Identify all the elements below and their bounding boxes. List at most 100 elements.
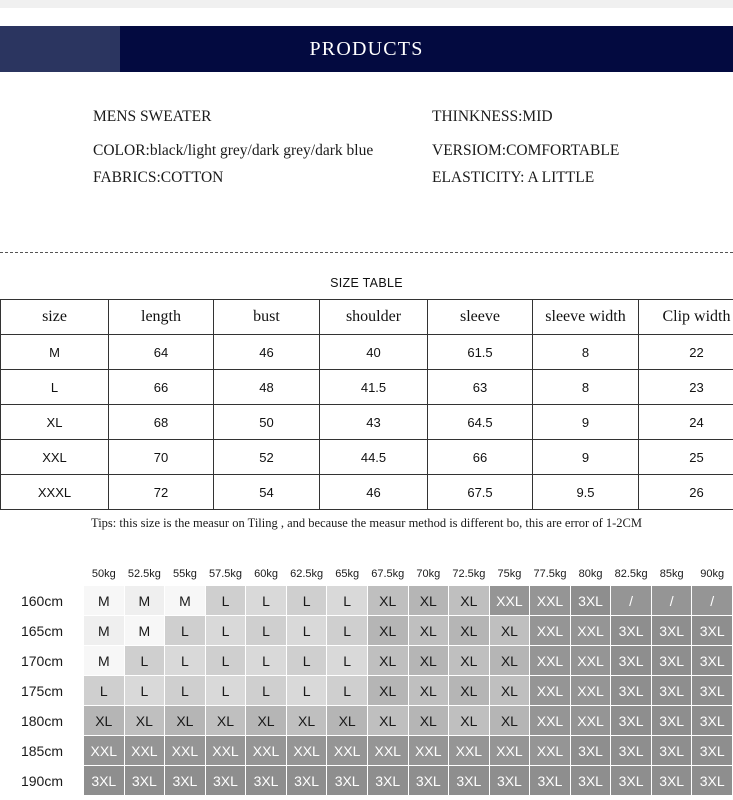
spec-elasticity: ELASTICITY: A LITTLE bbox=[432, 169, 595, 186]
rec-height-label: 175cm bbox=[1, 676, 83, 705]
rec-size-cell: 3XL bbox=[651, 736, 692, 765]
spec-product-name: MENS SWEATER bbox=[93, 108, 212, 125]
spec-color: COLOR:black/light grey/dark grey/dark bl… bbox=[93, 142, 374, 159]
rec-size-cell: 3XL bbox=[408, 766, 449, 795]
rec-weight-header: 62.5kg bbox=[286, 563, 327, 585]
rec-size-cell: 3XL bbox=[286, 766, 327, 795]
rec-size-cell: / bbox=[611, 586, 651, 615]
size-table-title: SIZE TABLE bbox=[330, 276, 403, 290]
rec-height-label: 190cm bbox=[1, 766, 83, 795]
rec-size-cell: XXL bbox=[286, 736, 327, 765]
rec-size-cell: XL bbox=[449, 646, 489, 675]
rec-height-label: 165cm bbox=[1, 616, 83, 645]
rec-size-cell: 3XL bbox=[651, 676, 692, 705]
rec-table-row: 185cm XXL XXL XXL XXL XXL XXL XXL XXL XXL XXL XXL XX… bbox=[1, 736, 732, 765]
rec-weight-header: 85kg bbox=[651, 563, 692, 585]
page-title: PRODUCTS bbox=[309, 38, 424, 60]
rec-size-cell: M bbox=[165, 586, 205, 615]
rec-size-cell: 3XL bbox=[367, 766, 408, 795]
rec-size-cell: L bbox=[205, 616, 246, 645]
table-row: XXXL 72 54 46 67.5 9.5 26 bbox=[0, 474, 733, 510]
size-table-header-row: size length bust shoulder sleeve sleeve … bbox=[0, 299, 733, 335]
rec-height-label: 170cm bbox=[1, 646, 83, 675]
rec-size-cell: XXL bbox=[489, 586, 530, 615]
rec-size-cell: XL bbox=[367, 676, 408, 705]
rec-height-label: 160cm bbox=[1, 586, 83, 615]
spec-fabrics: FABRICS:COTTON bbox=[93, 169, 224, 186]
rec-size-cell: L bbox=[205, 676, 246, 705]
rec-size-cell: 3XL bbox=[611, 736, 651, 765]
rec-size-cell: 3XL bbox=[692, 646, 732, 675]
rec-size-cell: L bbox=[124, 676, 165, 705]
rec-size-cell: XXL bbox=[165, 736, 205, 765]
size-cell: XXL bbox=[0, 439, 109, 475]
rec-table-row: 180cm XL XL XL XL XL XL XL XL XL XL XL XXL XXL 3XL 3XL 3… bbox=[1, 706, 732, 735]
rec-size-cell: XL bbox=[489, 646, 530, 675]
rec-weight-header: 57.5kg bbox=[205, 563, 246, 585]
rec-size-cell: L bbox=[327, 586, 367, 615]
rec-size-cell: XL bbox=[408, 616, 449, 645]
rec-size-cell: L bbox=[246, 646, 286, 675]
rec-size-cell: / bbox=[651, 586, 692, 615]
rec-size-cell: L bbox=[327, 676, 367, 705]
rec-size-cell: XL bbox=[449, 676, 489, 705]
rec-size-cell: XL bbox=[205, 706, 246, 735]
size-cell: 40 bbox=[319, 334, 428, 370]
size-cell: 24 bbox=[638, 404, 733, 440]
rec-size-cell: L bbox=[205, 646, 246, 675]
rec-size-cell: L bbox=[286, 676, 327, 705]
product-specs: MENS SWEATER COLOR:black/light grey/dark… bbox=[0, 108, 733, 218]
rec-size-cell: L bbox=[286, 646, 327, 675]
size-cell: 72 bbox=[108, 474, 214, 510]
rec-size-cell: XL bbox=[408, 646, 449, 675]
rec-size-cell: XXL bbox=[530, 676, 570, 705]
rec-size-cell: 3XL bbox=[611, 676, 651, 705]
rec-weight-header: 70kg bbox=[408, 563, 449, 585]
rec-size-cell: XL bbox=[124, 706, 165, 735]
rec-size-cell: XXL bbox=[327, 736, 367, 765]
size-cell: 64.5 bbox=[427, 404, 533, 440]
rec-weight-header: 75kg bbox=[489, 563, 530, 585]
rec-size-cell: 3XL bbox=[489, 766, 530, 795]
rec-size-cell: XXL bbox=[205, 736, 246, 765]
size-cell: 67.5 bbox=[427, 474, 533, 510]
size-header-sleeve-width: sleeve width bbox=[532, 299, 639, 335]
rec-size-cell: 3XL bbox=[611, 646, 651, 675]
size-header-length: length bbox=[108, 299, 214, 335]
size-cell: M bbox=[0, 334, 109, 370]
size-cell: 9.5 bbox=[532, 474, 639, 510]
rec-size-cell: 3XL bbox=[570, 766, 611, 795]
size-cell: 68 bbox=[108, 404, 214, 440]
size-tips-note: Tips: this size is the measur on Tiling … bbox=[91, 516, 642, 530]
size-cell: 46 bbox=[319, 474, 428, 510]
size-cell: 41.5 bbox=[319, 369, 428, 405]
rec-size-cell: XXL bbox=[570, 646, 611, 675]
rec-size-cell: M bbox=[124, 586, 165, 615]
rec-weight-header: 67.5kg bbox=[367, 563, 408, 585]
rec-weight-header: 80kg bbox=[570, 563, 611, 585]
products-banner: PRODUCTS bbox=[0, 26, 733, 72]
rec-table-body: 160cm M M M L L L L XL XL XL XXL XXL 3XL / //165cm M M L L L… bbox=[1, 586, 732, 795]
size-cell: 61.5 bbox=[427, 334, 533, 370]
rec-size-cell: 3XL bbox=[611, 766, 651, 795]
size-cell: 64 bbox=[108, 334, 214, 370]
rec-size-cell: XL bbox=[449, 706, 489, 735]
size-cell: 54 bbox=[213, 474, 320, 510]
table-row: M 64 46 40 61.5 8 22 bbox=[0, 334, 733, 370]
spec-version: VERSIOM:COMFORTABLE bbox=[432, 142, 620, 159]
size-cell: 66 bbox=[427, 439, 533, 475]
rec-weight-header: 65kg bbox=[327, 563, 367, 585]
rec-size-cell: XXL bbox=[530, 736, 570, 765]
rec-table-row: 190cm 3XL 3XL 3XL 3XL 3XL 3XL 3XL 3XL 3XL 3XL 3XL 3X… bbox=[1, 766, 732, 795]
rec-size-cell: XXL bbox=[530, 586, 570, 615]
rec-size-cell: L bbox=[246, 676, 286, 705]
size-header-bust: bust bbox=[213, 299, 320, 335]
size-cell: 8 bbox=[532, 334, 639, 370]
rec-size-cell: 3XL bbox=[692, 706, 732, 735]
size-cell: 46 bbox=[213, 334, 320, 370]
rec-size-cell: 3XL bbox=[124, 766, 165, 795]
rec-size-cell: 3XL bbox=[692, 616, 732, 645]
top-strip bbox=[0, 0, 733, 8]
rec-size-cell: 3XL bbox=[651, 646, 692, 675]
rec-weight-header: 52.5kg bbox=[124, 563, 165, 585]
